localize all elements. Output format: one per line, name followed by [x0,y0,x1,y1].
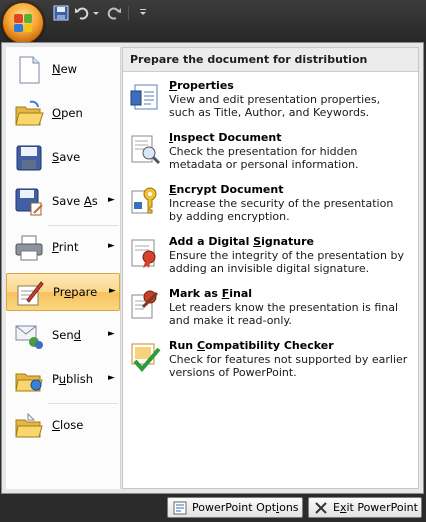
mark-final-icon [131,290,159,319]
powerpoint-options-button[interactable]: PowerPoint Options [167,497,303,518]
customize-icon[interactable] [138,5,148,21]
inspect-document-icon [131,135,161,165]
submenu-arrow-icon: ► [109,286,116,296]
menu-separator [48,225,118,226]
submenu-arrow-icon: ► [108,195,115,205]
office-menu: New Open Save Save As ► Print ► Prepare … [1,42,424,494]
menu-item-label: Prepare [53,285,98,299]
office-button[interactable] [2,2,44,44]
send-icon [15,325,43,349]
office-logo-icon [14,14,32,32]
save-as-icon [15,188,43,216]
item-title: Run Compatibility Checker [169,339,334,352]
menu-item-label: Close [52,418,84,432]
exit-powerpoint-button[interactable]: Exit PowerPoint [308,497,422,518]
menu-item-close[interactable]: Close [6,407,120,445]
printer-icon [15,235,43,261]
item-title: Mark as Final [169,287,253,300]
encrypt-key-icon [131,187,157,214]
item-description: Let readers know the presentation is fin… [169,301,399,327]
submenu-header: Prepare the document for distribution [123,48,418,72]
menu-item-label: Save [52,150,81,164]
undo-dropdown-icon[interactable] [92,5,100,21]
new-document-icon [19,56,40,84]
prepare-submenu: Prepare the document for distribution Pr… [122,47,419,489]
submenu-arrow-icon: ► [108,329,115,339]
save-icon[interactable] [53,5,69,21]
menu-item-label: New [52,62,78,76]
prepare-add-digital-signature[interactable]: Add a Digital Signature Ensure the integ… [123,234,418,284]
close-folder-icon [15,412,43,438]
redo-icon[interactable] [106,5,122,21]
item-title: Add a Digital Signature [169,235,314,248]
item-description: Increase the security of the presentatio… [169,197,394,223]
item-title: Inspect Document [169,131,282,144]
quick-access-toolbar [0,0,426,44]
item-description: Check the presentation for hidden metada… [169,145,359,171]
item-title: Encrypt Document [169,183,284,196]
menu-separator [48,403,118,404]
prepare-inspect-document[interactable]: Inspect Document Check the presentation … [123,130,418,180]
options-icon [173,501,187,515]
prepare-icon [17,281,44,306]
item-description: View and edit presentation properties, s… [169,93,381,119]
menu-item-save[interactable]: Save [6,139,120,177]
exit-icon [315,502,327,514]
compatibility-checker-icon [131,343,161,373]
office-menu-footer: PowerPoint Options Exit PowerPoint [0,494,426,522]
submenu-title: Prepare the document for distribution [130,53,368,66]
office-menu-commands: New Open Save Save As ► Print ► Prepare … [6,47,121,489]
undo-icon[interactable] [74,5,90,21]
menu-item-label: Publish [52,372,94,386]
menu-item-send[interactable]: Send ► [6,317,120,355]
item-title: Properties [169,79,234,92]
save-disk-icon [16,145,42,171]
prepare-encrypt-document[interactable]: Encrypt Document Increase the security o… [123,182,418,232]
publish-icon [15,373,43,392]
prepare-run-compatibility-checker[interactable]: Run Compatibility Checker Check for feat… [123,338,418,388]
button-label: Exit PowerPoint [333,501,418,514]
menu-item-publish[interactable]: Publish ► [6,361,120,399]
menu-item-label: Print [52,240,79,254]
menu-item-open[interactable]: Open [6,95,120,133]
digital-signature-icon [131,239,156,268]
item-description: Ensure the integrity of the presentation… [169,249,404,275]
prepare-mark-as-final[interactable]: Mark as Final Let readers know the prese… [123,286,418,336]
open-folder-icon [15,100,44,126]
menu-item-label: Save As [52,194,98,208]
submenu-arrow-icon: ► [108,373,115,383]
menu-item-prepare[interactable]: Prepare ► [6,273,120,311]
menu-item-print[interactable]: Print ► [6,229,120,267]
menu-item-new[interactable]: New [6,51,120,89]
menu-item-label: Send [52,328,81,342]
menu-item-save-as[interactable]: Save As ► [6,183,120,221]
menu-item-label: Open [52,106,83,120]
prepare-properties[interactable]: Properties View and edit presentation pr… [123,78,418,128]
button-label: PowerPoint Options [192,501,299,514]
item-description: Check for features not supported by earl… [169,353,408,379]
submenu-arrow-icon: ► [108,241,115,251]
toolbar-separator [128,6,129,20]
properties-icon [130,84,158,110]
